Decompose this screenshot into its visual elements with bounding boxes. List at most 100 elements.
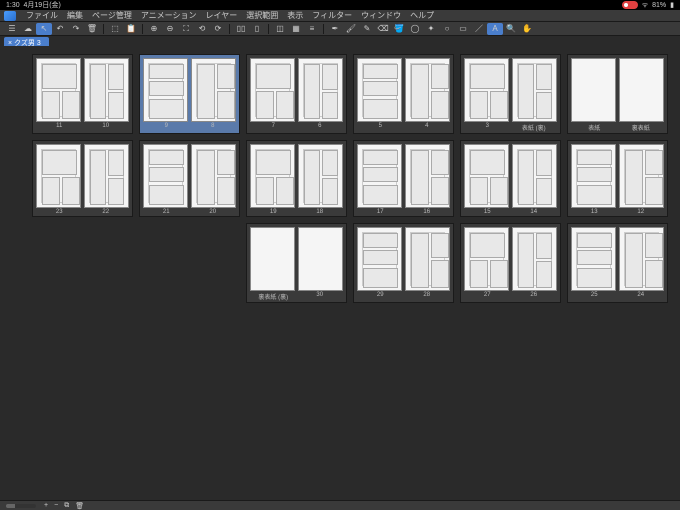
spread-21-20[interactable]: 2120 (139, 140, 240, 217)
zoom-fit-icon[interactable]: ⛶ (178, 23, 194, 35)
lasso-icon[interactable]: ◯ (407, 23, 423, 35)
page-7[interactable] (250, 58, 295, 122)
spread-17-16[interactable]: 1716 (353, 140, 454, 217)
undo-icon[interactable]: ↶ (52, 23, 68, 35)
rotate-left-icon[interactable]: ⟲ (194, 23, 210, 35)
page-14[interactable] (512, 144, 557, 208)
page-9[interactable] (143, 58, 188, 122)
menu-icon[interactable]: ☰ (4, 23, 20, 35)
zoom-in-icon[interactable]: ⊕ (146, 23, 162, 35)
bottom-toolbar: +−⧉ 🗑 (0, 500, 680, 510)
page-10[interactable] (84, 58, 129, 122)
page-24[interactable] (619, 227, 664, 291)
duplicate-icon[interactable]: ⧉ (64, 502, 69, 510)
cloud-icon[interactable]: ☁ (20, 23, 36, 35)
spread-3-表紙 (裏)[interactable]: 3表紙 (裏) (460, 54, 561, 134)
menu-編集[interactable]: 編集 (64, 10, 86, 21)
trash-icon[interactable]: 🗑 (75, 502, 84, 510)
document-tab[interactable]: × クズ男 3 (4, 37, 49, 46)
page-18[interactable] (298, 144, 343, 208)
page-label: 19 (250, 209, 297, 215)
rect-icon[interactable]: ▭ (455, 23, 471, 35)
menu-選択範囲[interactable]: 選択範囲 (243, 10, 281, 21)
spread-13-12[interactable]: 1312 (567, 140, 668, 217)
page-3[interactable] (464, 58, 509, 122)
page-15[interactable] (464, 144, 509, 208)
page-21[interactable] (143, 144, 188, 208)
circle-icon[interactable]: ○ (439, 23, 455, 35)
spread-19-18[interactable]: 1918 (246, 140, 347, 217)
menu-ヘルプ[interactable]: ヘルプ (407, 10, 437, 21)
hand-icon[interactable]: ✋ (519, 23, 535, 35)
menu-アニメーション[interactable]: アニメーション (138, 10, 200, 21)
page-8[interactable] (191, 58, 236, 122)
spread-9-8[interactable]: 98 (139, 54, 240, 134)
menu-レイヤー[interactable]: レイヤー (203, 10, 241, 21)
spread-15-14[interactable]: 1514 (460, 140, 561, 217)
line-icon[interactable]: ／ (471, 23, 487, 35)
page-6[interactable] (298, 58, 343, 122)
page-11[interactable] (36, 58, 81, 122)
page-manager-canvas[interactable]: 11109876543表紙 (裏)表紙裏表紙 232221201918171615… (0, 46, 680, 500)
clipboard-icon[interactable]: 📋 (123, 23, 139, 35)
page-27[interactable] (464, 227, 509, 291)
page-20[interactable] (191, 144, 236, 208)
zoom-icon[interactable]: 🔍 (503, 23, 519, 35)
spread-5-4[interactable]: 54 (353, 54, 454, 134)
page-5[interactable] (357, 58, 402, 122)
spread-11-10[interactable]: 1110 (32, 54, 133, 134)
rotate-right-icon[interactable]: ⟳ (210, 23, 226, 35)
crop-icon[interactable]: ⬚ (107, 23, 123, 35)
page-25[interactable] (571, 227, 616, 291)
page-4[interactable] (405, 58, 450, 122)
page-表紙 (裏)[interactable] (512, 58, 557, 122)
page-26[interactable] (512, 227, 557, 291)
page-表紙[interactable] (571, 58, 616, 122)
spread-27-26[interactable]: 2726 (460, 223, 561, 303)
pencil-icon[interactable]: ✎ (359, 23, 375, 35)
page-28[interactable] (405, 227, 450, 291)
page-23[interactable] (36, 144, 81, 208)
page-13[interactable] (571, 144, 616, 208)
menu-ファイル[interactable]: ファイル (23, 10, 61, 21)
menu-フィルター[interactable]: フィルター (309, 10, 355, 21)
page-30[interactable] (298, 227, 343, 291)
text-icon[interactable]: A (487, 23, 503, 35)
page-17[interactable] (357, 144, 402, 208)
page-29[interactable] (357, 227, 402, 291)
minus-icon[interactable]: − (54, 502, 58, 510)
spread-裏表紙 (裏)-30[interactable]: 裏表紙 (裏)30 (246, 223, 347, 303)
geometry-icon[interactable]: ◫ (272, 23, 288, 35)
spread-icon[interactable]: ▯▯ (233, 23, 249, 35)
menu-表示[interactable]: 表示 (284, 10, 306, 21)
page-19[interactable] (250, 144, 295, 208)
wand-icon[interactable]: ✦ (423, 23, 439, 35)
app-logo-icon[interactable] (4, 11, 16, 21)
grid-icon[interactable]: ▦ (288, 23, 304, 35)
single-icon[interactable]: ▯ (249, 23, 265, 35)
page-12[interactable] (619, 144, 664, 208)
page-裏表紙[interactable] (619, 58, 664, 122)
zoom-slider[interactable] (6, 504, 36, 508)
spread-7-6[interactable]: 76 (246, 54, 347, 134)
menu-ページ管理[interactable]: ページ管理 (89, 10, 135, 21)
spread-表紙-裏表紙[interactable]: 表紙裏表紙 (567, 54, 668, 134)
spread-25-24[interactable]: 2524 (567, 223, 668, 303)
menu-ウィンドウ[interactable]: ウィンドウ (358, 10, 404, 21)
pen-icon[interactable]: ✒ (327, 23, 343, 35)
trash-icon[interactable]: 🗑 (84, 23, 100, 35)
plus-icon[interactable]: + (44, 502, 48, 510)
bucket-icon[interactable]: 🪣 (391, 23, 407, 35)
cursor-icon[interactable]: ↖ (36, 23, 52, 35)
page-label: 9 (143, 123, 190, 129)
page-22[interactable] (84, 144, 129, 208)
redo-icon[interactable]: ↷ (68, 23, 84, 35)
zoom-out-icon[interactable]: ⊖ (162, 23, 178, 35)
page-裏表紙 (裏)[interactable] (250, 227, 295, 291)
brush-icon[interactable]: 🖌 (343, 23, 359, 35)
spread-29-28[interactable]: 2928 (353, 223, 454, 303)
spread-23-22[interactable]: 2322 (32, 140, 133, 217)
align-icon[interactable]: ≡ (304, 23, 320, 35)
page-16[interactable] (405, 144, 450, 208)
eraser-icon[interactable]: ⌫ (375, 23, 391, 35)
